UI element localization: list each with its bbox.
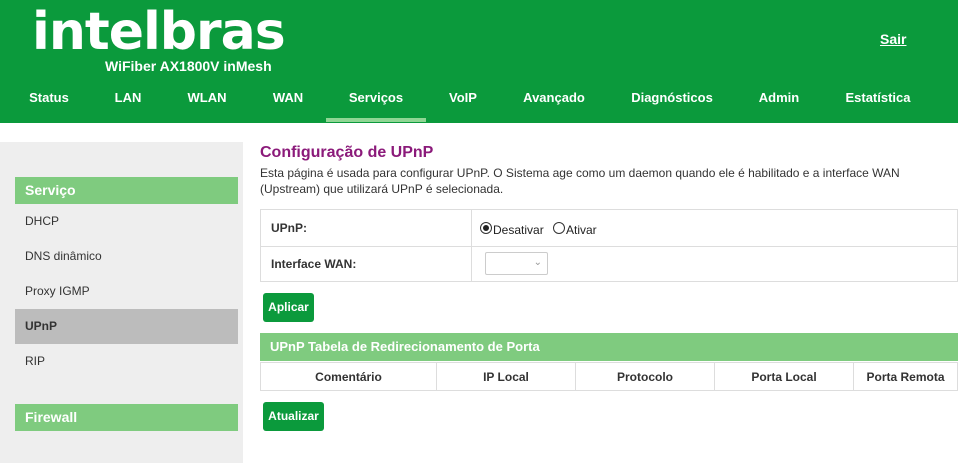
chevron-down-icon: ⌄	[533, 257, 542, 268]
wan-interface-label: Interface WAN:	[271, 257, 357, 271]
refresh-button[interactable]: Atualizar	[263, 402, 324, 431]
sidebar-item-upnp[interactable]: UPnP	[15, 309, 238, 344]
column-comentario: Comentário	[261, 363, 437, 390]
page-title: Configuração de UPnP	[260, 144, 434, 161]
upnp-disable-radio[interactable]	[480, 222, 492, 234]
sidebar-section-servico: Serviço	[15, 177, 238, 204]
sidebar-item-dhcp[interactable]: DHCP	[15, 204, 238, 239]
page-description: Esta página é usada para configurar UPnP…	[260, 166, 900, 196]
column-porta-local: Porta Local	[715, 363, 854, 390]
sidebar: Serviço DHCP DNS dinâmico Proxy IGMP UPn…	[0, 142, 243, 463]
brand-logo: intelbras	[32, 2, 286, 62]
upnp-form: UPnP: Desativar Ativar Interface WAN: ⌄	[260, 209, 958, 282]
nav-status[interactable]: Status	[17, 80, 81, 116]
nav-servicos[interactable]: Serviços	[326, 80, 426, 122]
top-header: intelbras WiFiber AX1800V inMesh Sair St…	[0, 0, 958, 123]
main-nav: Status LAN WLAN WAN Serviços VoIP Avança…	[0, 80, 958, 123]
nav-voip[interactable]: VoIP	[438, 80, 488, 116]
upnp-disable-label[interactable]: Desativar	[493, 210, 544, 246]
upnp-row: UPnP: Desativar Ativar	[261, 210, 958, 246]
logout-link[interactable]: Sair	[880, 31, 906, 47]
device-model: WiFiber AX1800V inMesh	[105, 58, 272, 74]
nav-lan[interactable]: LAN	[100, 80, 156, 116]
sidebar-section-firewall[interactable]: Firewall	[15, 404, 238, 431]
nav-diagnosticos[interactable]: Diagnósticos	[620, 80, 724, 116]
column-protocolo: Protocolo	[576, 363, 715, 390]
upnp-label: UPnP:	[271, 221, 307, 235]
port-forward-table-title: UPnP Tabela de Redirecionamento de Porta	[260, 333, 958, 361]
column-ip-local: IP Local	[437, 363, 576, 390]
port-forward-table-header: Comentário IP Local Protocolo Porta Loca…	[260, 362, 958, 391]
nav-estatistica[interactable]: Estatística	[834, 80, 922, 116]
sidebar-item-rip[interactable]: RIP	[15, 344, 238, 379]
wan-interface-select[interactable]: ⌄	[485, 252, 548, 275]
nav-avancado[interactable]: Avançado	[512, 80, 596, 116]
upnp-enable-radio[interactable]	[553, 222, 565, 234]
upnp-enable-label[interactable]: Ativar	[566, 210, 597, 246]
nav-admin[interactable]: Admin	[748, 80, 810, 116]
sidebar-item-dns-dinamico[interactable]: DNS dinâmico	[15, 239, 238, 274]
wan-row: Interface WAN: ⌄	[261, 246, 958, 282]
column-porta-remota: Porta Remota	[866, 370, 945, 384]
sidebar-item-proxy-igmp[interactable]: Proxy IGMP	[15, 274, 238, 309]
apply-button[interactable]: Aplicar	[263, 293, 314, 322]
nav-wan[interactable]: WAN	[258, 80, 318, 116]
nav-wlan[interactable]: WLAN	[176, 80, 238, 116]
